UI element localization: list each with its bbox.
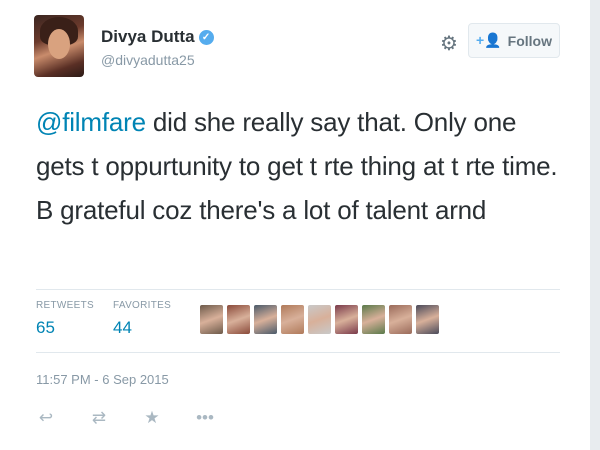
divider-top	[36, 289, 560, 290]
user-handle[interactable]: @divyadutta25	[101, 52, 195, 68]
favoriter-avatar[interactable]	[416, 305, 439, 334]
favorites-label[interactable]: FAVORITES	[113, 300, 171, 311]
retweets-label[interactable]: RETWEETS	[36, 300, 94, 311]
more-icon[interactable]: •••	[195, 408, 215, 428]
favoriter-avatars	[200, 305, 439, 334]
retweet-icon[interactable]: ⇄	[89, 408, 109, 428]
user-name[interactable]: Divya Dutta	[101, 27, 195, 47]
favoriter-avatar[interactable]	[362, 305, 385, 334]
page-edge	[590, 0, 600, 450]
avatar[interactable]	[34, 15, 84, 77]
favoriter-avatar[interactable]	[335, 305, 358, 334]
add-user-icon: +👤	[476, 32, 502, 48]
avatar-face	[48, 29, 70, 59]
favoriter-avatar[interactable]	[200, 305, 223, 334]
favoriter-avatar[interactable]	[254, 305, 277, 334]
retweets-count[interactable]: 65	[36, 318, 55, 338]
divider-bottom	[36, 352, 560, 353]
tweet-actions: ↩ ⇄ ★ •••	[36, 408, 215, 428]
favoriter-avatar[interactable]	[227, 305, 250, 334]
user-name-row[interactable]: Divya Dutta ✓	[101, 27, 214, 47]
favoriter-avatar[interactable]	[389, 305, 412, 334]
favoriter-avatar[interactable]	[308, 305, 331, 334]
verified-badge-icon: ✓	[198, 29, 214, 45]
favorite-icon[interactable]: ★	[142, 408, 162, 428]
tweet-text: @filmfare did she really say that. Only …	[36, 100, 566, 232]
favoriter-avatar[interactable]	[281, 305, 304, 334]
tweet-timestamp[interactable]: 11:57 PM - 6 Sep 2015	[36, 372, 169, 387]
follow-button[interactable]: +👤 Follow	[468, 23, 560, 58]
favorites-count[interactable]: 44	[113, 318, 132, 338]
gear-icon[interactable]: ⚙	[440, 31, 458, 56]
follow-button-label: Follow	[507, 32, 552, 49]
mention-link[interactable]: @filmfare	[36, 107, 146, 137]
reply-icon[interactable]: ↩	[36, 408, 56, 428]
